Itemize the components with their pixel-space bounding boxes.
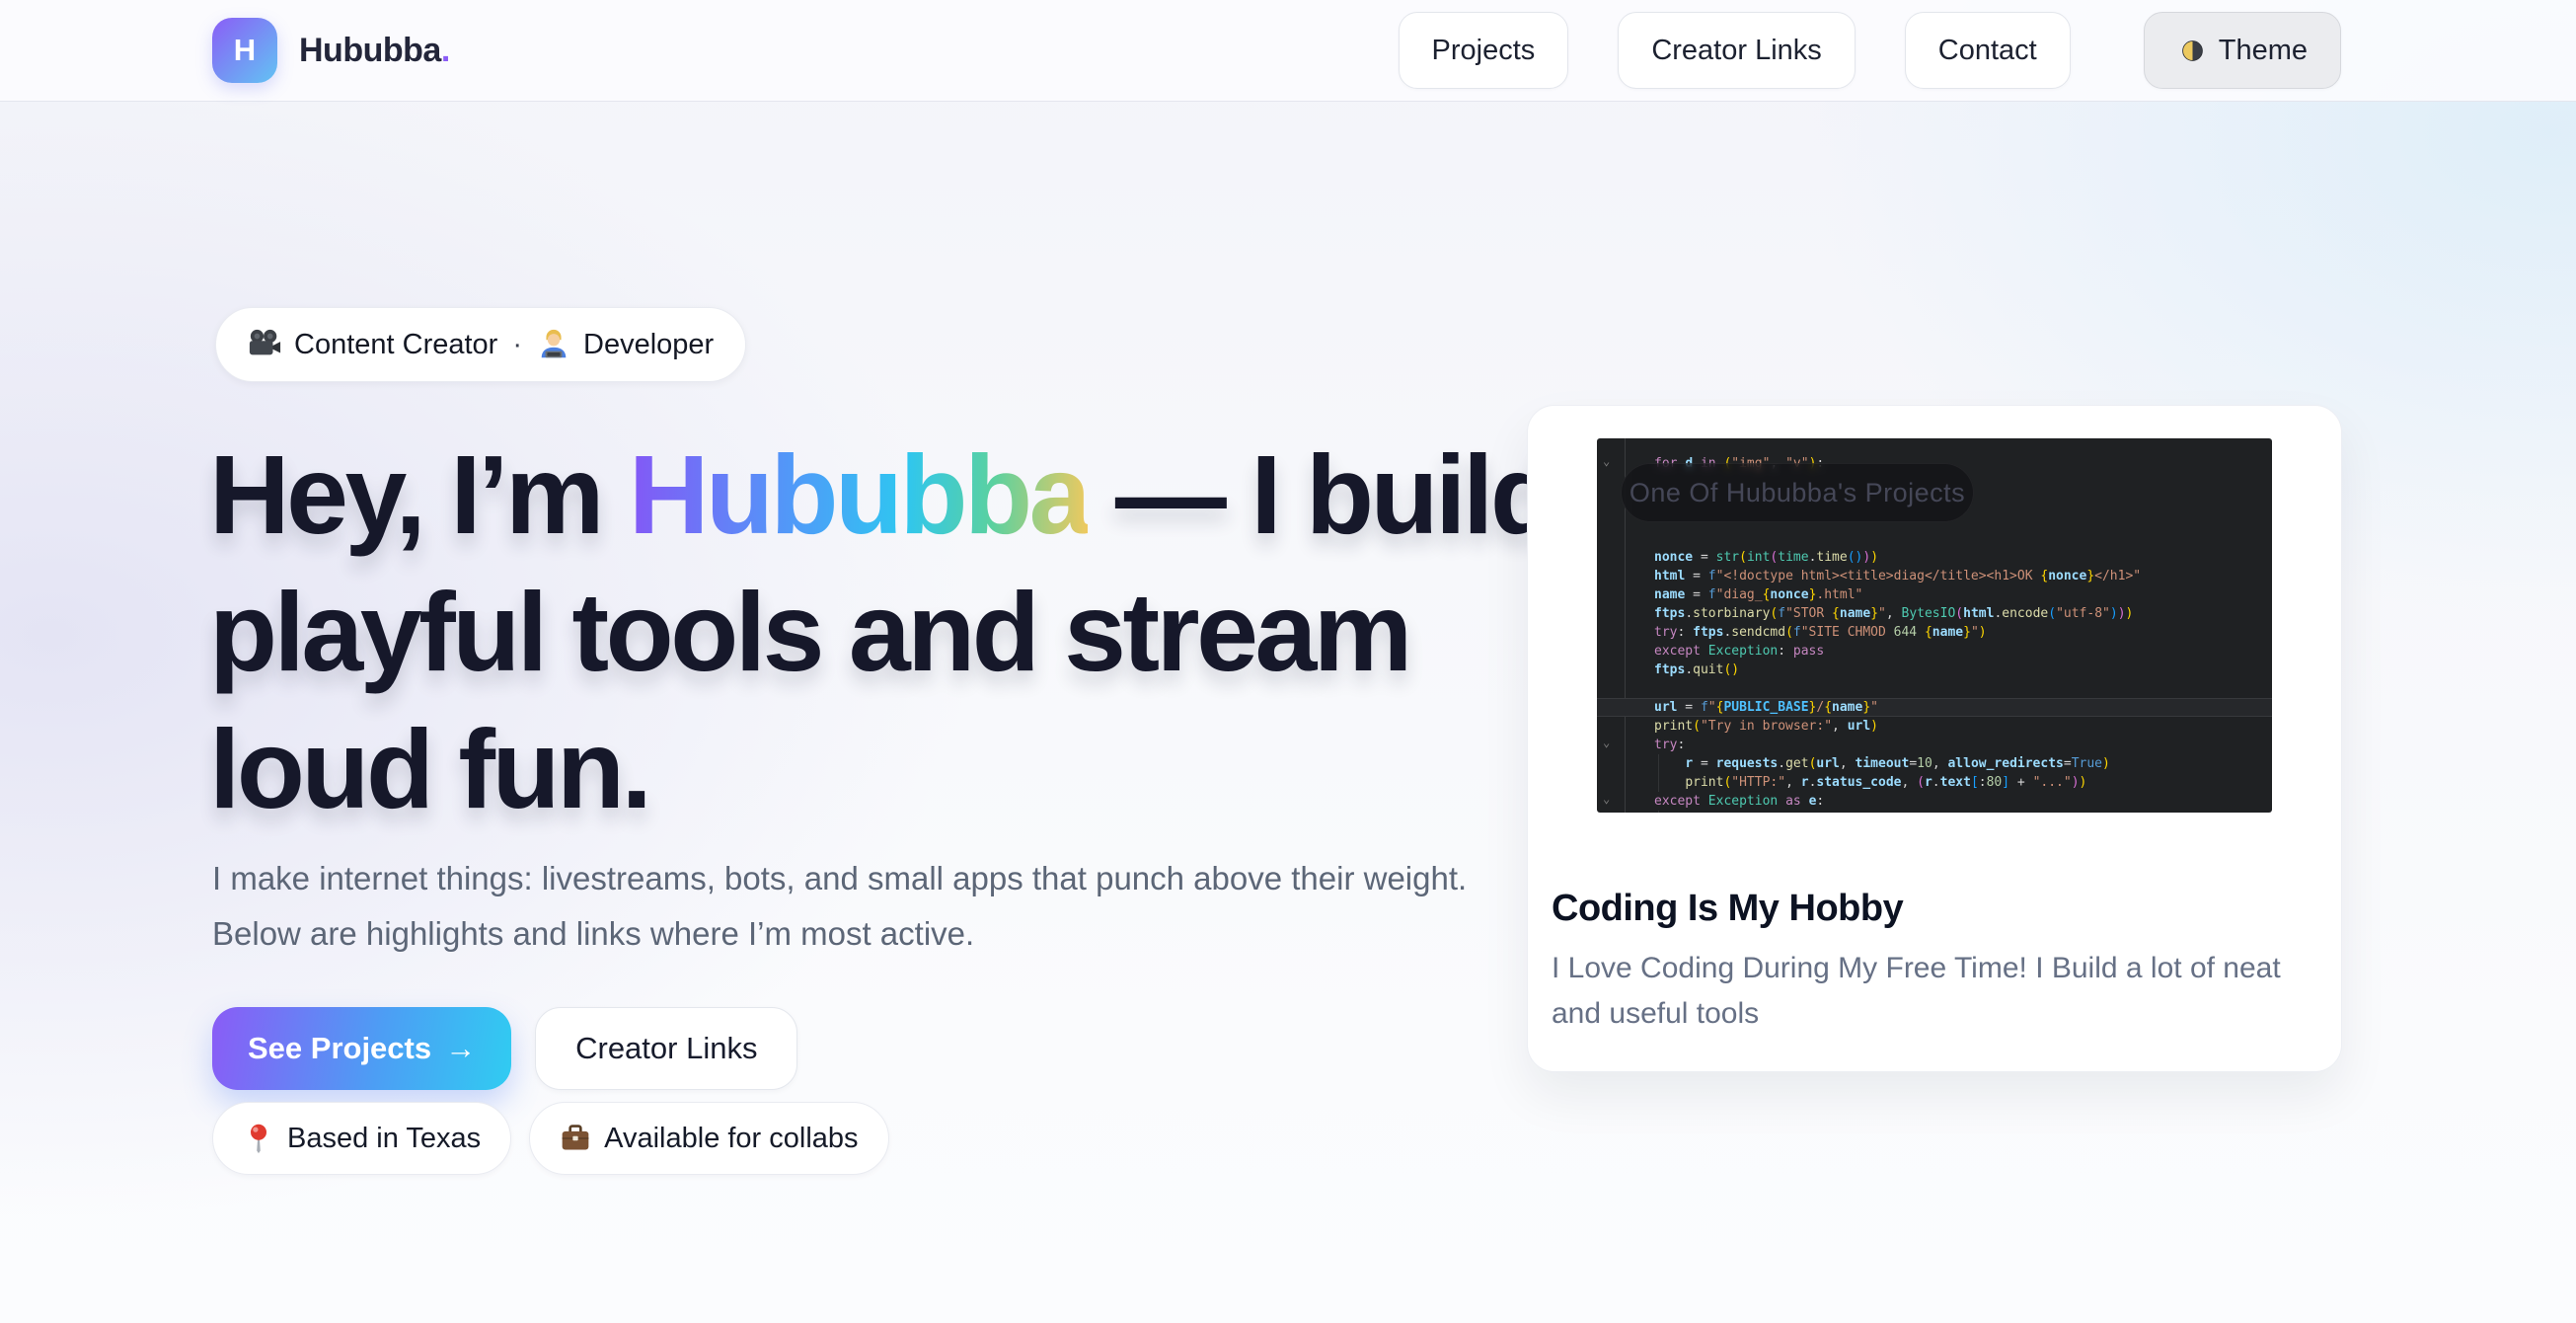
indent-guide	[1658, 811, 1659, 813]
fold-chevron-icon: ⌄	[1603, 790, 1610, 809]
nav-button-contact[interactable]: Contact	[1905, 12, 2071, 89]
brand-logo-icon: H	[212, 18, 277, 83]
movie-camera-icon	[248, 328, 281, 361]
hero-paragraph: I make internet things: livestreams, bot…	[212, 851, 1485, 962]
hero-heading-highlight: Hububba	[629, 432, 1088, 557]
code-line: nonce = str(int(time.time()))	[1597, 548, 2272, 567]
code-overlay-pill: One Of Hububba's Projects	[1621, 463, 1974, 522]
code-line: html = f"<!doctype html><title>diag</tit…	[1597, 567, 2272, 585]
role-badge-text-1: Content Creator	[294, 329, 497, 361]
role-badge: Content Creator · Developer	[215, 307, 746, 382]
main-nav: Projects Creator Links Contact Theme	[1399, 12, 2341, 89]
code-line: name = f"diag_{nonce}.html"	[1597, 585, 2272, 604]
code-line: try: ftps.sendcmd(f"SITE CHMOD 644 {name…	[1597, 623, 2272, 642]
pushpin-icon	[243, 1123, 274, 1154]
brand-name: Hububba.	[299, 32, 450, 70]
code-screenshot: ⌄for d in ("img", "v"):nonce = str(int(t…	[1597, 438, 2272, 813]
code-line: print("HTTP check failed:", e)	[1597, 811, 2272, 813]
code-line: print("Try in browser:", url)	[1597, 717, 2272, 736]
briefcase-icon	[560, 1123, 591, 1154]
chip-based-in-texas: Based in Texas	[212, 1102, 511, 1175]
code-line: ftps.storbinary(f"STOR {name}", BytesIO(…	[1597, 604, 2272, 623]
code-line: ⌄try:	[1597, 736, 2272, 754]
brand[interactable]: H Hububba.	[212, 18, 450, 83]
moon-icon	[2177, 36, 2208, 66]
project-title: Coding Is My Hobby	[1528, 888, 2341, 930]
code-line	[1597, 529, 2272, 548]
code-line: r = requests.get(url, timeout=10, allow_…	[1597, 754, 2272, 773]
role-badge-text-2: Developer	[583, 329, 714, 361]
chip-row: Based in Texas Available for collabs	[212, 1102, 889, 1175]
technologist-icon	[537, 328, 570, 361]
creator-links-button[interactable]: Creator Links	[535, 1007, 797, 1090]
chip-available-for-collabs: Available for collabs	[529, 1102, 888, 1175]
indent-guide	[1658, 754, 1659, 773]
indent-guide	[1658, 773, 1659, 792]
page: H Hububba. Projects Creator Links Contac…	[0, 0, 2576, 1323]
nav-button-creator-links[interactable]: Creator Links	[1618, 12, 1855, 89]
code-line: print("HTTP:", r.status_code, (r.text[:8…	[1597, 773, 2272, 792]
cta-row: See Projects → Creator Links	[212, 1007, 797, 1090]
brand-dot: .	[441, 32, 450, 69]
site-header: H Hububba. Projects Creator Links Contac…	[0, 0, 2576, 102]
code-line: except Exception: pass	[1597, 642, 2272, 661]
nav-button-projects[interactable]: Projects	[1399, 12, 1569, 89]
fold-chevron-icon: ⌄	[1603, 734, 1610, 752]
code-line: ⌄except Exception as e:	[1597, 792, 2272, 811]
code-line: url = f"{PUBLIC_BASE}/{name}"	[1597, 698, 2272, 717]
project-description: I Love Coding During My Free Time! I Bui…	[1528, 946, 2317, 1037]
fold-chevron-icon: ⌄	[1603, 452, 1610, 471]
code-line	[1597, 679, 2272, 698]
code-line: ftps.quit()	[1597, 661, 2272, 679]
logo-letter: H	[234, 33, 256, 68]
project-card: ⌄for d in ("img", "v"):nonce = str(int(t…	[1527, 405, 2342, 1072]
arrow-right-icon: →	[445, 1031, 476, 1066]
see-projects-button[interactable]: See Projects →	[212, 1007, 511, 1090]
role-badge-separator: ·	[510, 329, 524, 361]
hero-heading: Hey, I’m Hububba — I build playful tools…	[209, 427, 1591, 838]
theme-toggle-button[interactable]: Theme	[2144, 12, 2341, 89]
